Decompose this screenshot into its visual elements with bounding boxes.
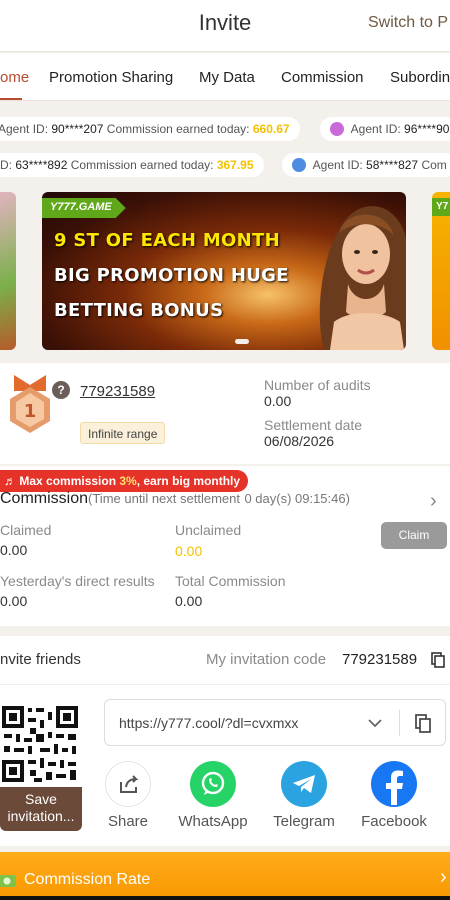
ticker-chip: Agent ID: 90****207 Commission earned to… xyxy=(0,117,300,141)
invitation-code-label: My invitation code xyxy=(206,651,327,668)
agent-avatar-icon xyxy=(330,122,344,136)
settlement-value: 06/08/2026 xyxy=(264,433,335,449)
tab-bar: ome Promotion Sharing My Data Commission… xyxy=(0,53,450,101)
promo-carousel[interactable]: Y777.GAME 9 ST OF EACH MONTH BIG PROMOTI… xyxy=(0,184,450,360)
audits-label: Number of audits xyxy=(264,377,371,393)
facebook-icon xyxy=(386,770,403,805)
invitation-code-value: 779231589 xyxy=(342,651,418,668)
banner-headline-1: 9 ST OF EACH MONTH xyxy=(54,230,280,251)
telegram-icon xyxy=(293,775,315,793)
chevron-down-icon[interactable] xyxy=(367,718,383,728)
save-invitation-button[interactable]: Save invitation... xyxy=(0,787,82,831)
total-commission-value: 0.00 xyxy=(175,593,203,609)
banner-headline-2: BIG PROMOTION HUGE xyxy=(54,265,289,286)
unclaimed-value: 0.00 xyxy=(175,543,203,559)
tab-subordinates[interactable]: Subordina xyxy=(390,69,450,86)
range-badge: Infinite range xyxy=(80,422,166,444)
carousel-next-card[interactable]: Y7 xyxy=(432,192,450,350)
share-icon xyxy=(120,775,139,793)
chevron-right-icon[interactable]: › xyxy=(430,490,437,513)
copy-icon[interactable] xyxy=(431,652,445,668)
tab-home[interactable]: ome xyxy=(0,69,29,86)
ticker-chip: Agent ID: 58****827 Com xyxy=(282,153,450,177)
switch-link[interactable]: Switch to P xyxy=(368,14,448,32)
invitation-url-field[interactable]: https://y777.cool/?dl=cvxmxx xyxy=(104,699,446,746)
carousel-indicator xyxy=(235,339,249,344)
facebook-share-button[interactable]: Facebook xyxy=(354,761,434,830)
share-button[interactable]: Share xyxy=(88,761,168,830)
tab-commission[interactable]: Commission xyxy=(281,69,364,86)
qr-code-image xyxy=(0,704,80,784)
whatsapp-share-button[interactable]: WhatsApp xyxy=(173,761,253,830)
banner-model-image xyxy=(319,206,406,350)
commission-rate-label: Commission Rate xyxy=(24,871,151,888)
whatsapp-icon xyxy=(201,771,225,795)
chevron-right-icon: › xyxy=(440,866,447,888)
agent-info-card: 1 ? 779231589 Infinite range Number of a… xyxy=(0,363,450,464)
brand-logo: Y7 xyxy=(432,198,450,216)
agent-avatar-icon xyxy=(292,158,306,172)
svg-text:1: 1 xyxy=(24,401,37,422)
yesterday-label: Yesterday's direct results xyxy=(0,573,155,589)
tab-my-data[interactable]: My Data xyxy=(199,69,255,86)
ticker-row-1: Agent ID: 90****207 Commission earned to… xyxy=(0,112,450,146)
ticker-chip: Agent ID: 96****90 xyxy=(320,117,450,141)
total-commission-label: Total Commission xyxy=(175,573,286,589)
help-icon[interactable]: ? xyxy=(52,381,70,399)
agent-id: 779231589 xyxy=(80,383,156,400)
invitation-url: https://y777.cool/?dl=cvxmxx xyxy=(119,715,299,731)
claimed-label: Claimed xyxy=(0,522,52,538)
settlement-label: Settlement date xyxy=(264,417,363,433)
ticker-row-2: D: 63****892 Commission earned today: 36… xyxy=(0,148,450,182)
brand-logo: Y777.GAME xyxy=(42,198,126,218)
screen-edge xyxy=(0,896,450,900)
audits-value: 0.00 xyxy=(264,393,292,409)
banner-headline-3: BETTING BONUS xyxy=(54,300,224,321)
commission-title: Commission(Time until next settlement 0 … xyxy=(0,490,350,507)
ticker-chip: D: 63****892 Commission earned today: 36… xyxy=(0,153,264,177)
commission-rate-bar[interactable]: Commission Rate › xyxy=(0,852,450,900)
rank-medal-icon: 1 xyxy=(10,375,50,433)
copy-url-icon[interactable] xyxy=(415,714,432,733)
page-header: Invite Switch to P xyxy=(0,0,450,52)
megaphone-icon: ♬ xyxy=(4,474,16,488)
divider xyxy=(0,684,450,685)
max-commission-badge: ♬ Max commission 3%, earn big monthly xyxy=(0,470,249,492)
telegram-share-button[interactable]: Telegram xyxy=(264,761,344,830)
claimed-value: 0.00 xyxy=(0,542,28,558)
invite-title: nvite friends xyxy=(0,651,81,668)
active-tab-indicator xyxy=(0,98,22,100)
tab-promotion-sharing[interactable]: Promotion Sharing xyxy=(49,69,173,86)
promo-banner[interactable]: Y777.GAME 9 ST OF EACH MONTH BIG PROMOTI… xyxy=(42,192,406,350)
money-icon xyxy=(0,875,16,887)
carousel-prev-card[interactable] xyxy=(0,192,16,350)
divider xyxy=(399,710,400,736)
yesterday-value: 0.00 xyxy=(0,593,28,609)
unclaimed-label: Unclaimed xyxy=(175,522,242,538)
claim-button[interactable]: Claim xyxy=(381,522,447,549)
